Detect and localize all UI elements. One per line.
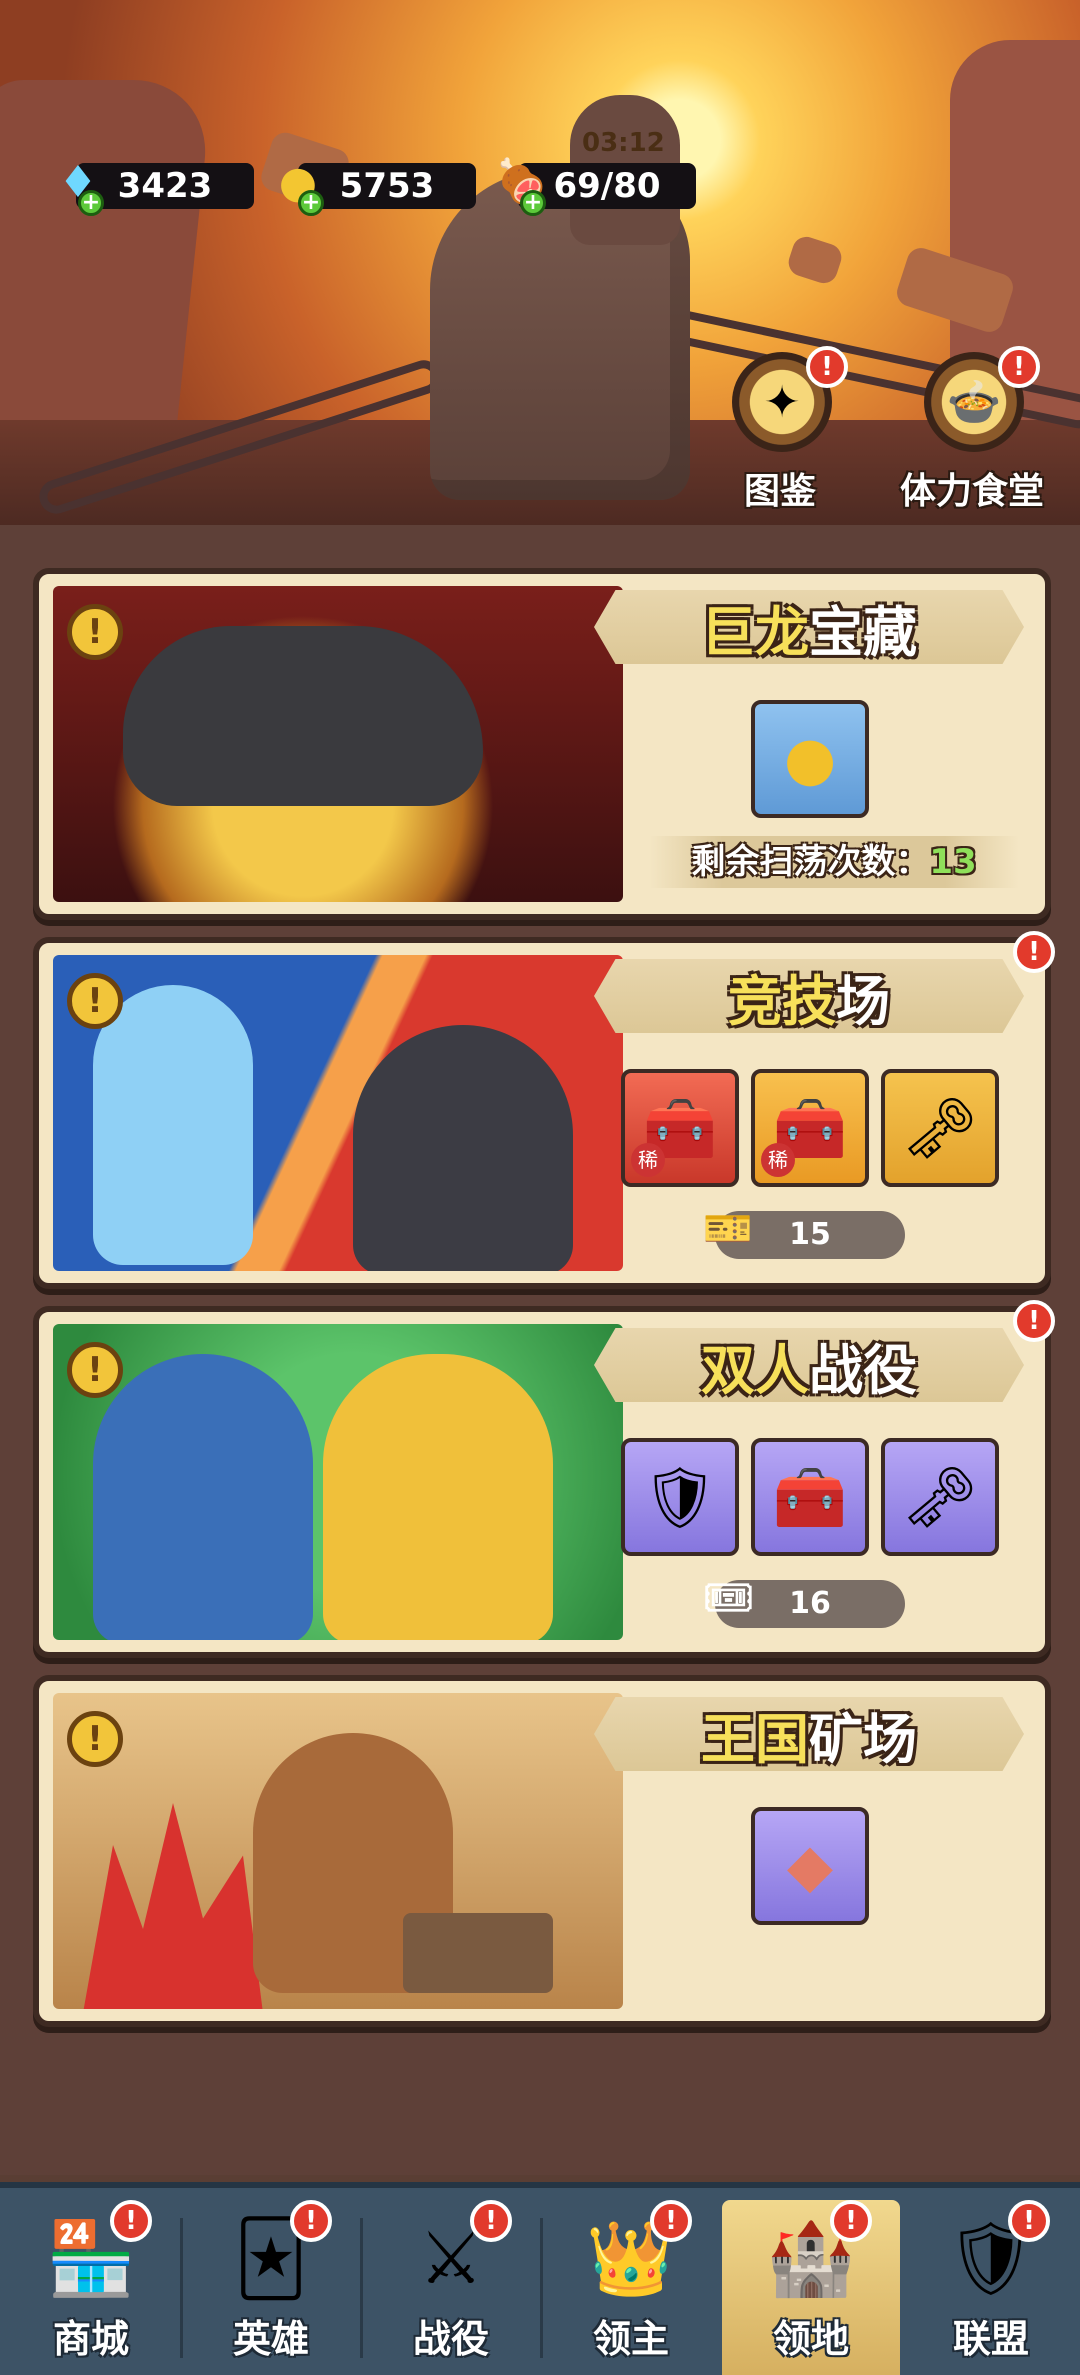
nav-campaign[interactable]: ⚔ 战役 (362, 2200, 540, 2375)
chest-icon: 🧰 (772, 1462, 848, 1533)
rare-badge: 稀 (761, 1143, 795, 1177)
header-scene: 3423 ♦ + 5753 ● + 03:12 69/80 🍖 + ✦ 图鉴 !… (0, 0, 1080, 525)
add-gold-button[interactable]: + (298, 190, 324, 216)
card-title-rest: 宝藏 (809, 600, 917, 664)
reward-slot[interactable]: 🧰 (751, 1438, 869, 1556)
arena-card[interactable]: ! 竞技场 🧰 稀 🧰 稀 🗝 🎫 15 ! (33, 931, 1055, 1289)
nav-label: 英雄 (232, 2317, 309, 2361)
ticket-count: 15 (789, 1217, 831, 1252)
ice-heroine-figure (93, 985, 253, 1265)
gold-coin-icon: ● (783, 724, 837, 794)
territory-content: ! 巨龙宝藏 ● 剩余扫荡次数：13 ! 竞技场 🧰 稀 🧰 稀 � (0, 525, 1080, 2175)
card-title: 双人战役 (594, 1328, 1024, 1402)
reward-slot[interactable]: ◆ (751, 1807, 869, 1925)
card-title: 巨龙宝藏 (594, 590, 1024, 664)
alert-icon: ! (1013, 931, 1055, 973)
nav-label: 战役 (412, 2317, 489, 2361)
blue-hair-hero-figure (93, 1354, 313, 1640)
add-stamina-button[interactable]: + (520, 190, 546, 216)
blonde-hero-figure (323, 1354, 553, 1640)
kingdom-mine-art: ! (53, 1693, 623, 2009)
nav-alliance[interactable]: 🛡 联盟 (902, 2200, 1080, 2375)
rogue-hero-figure (353, 1025, 573, 1271)
nav-heroes[interactable]: 🃏 英雄 (182, 2200, 360, 2375)
alert-icon: ! (1013, 1300, 1055, 1342)
card-title-rest: 场 (836, 969, 890, 1033)
key-icon: 🗝 (901, 1462, 979, 1533)
info-icon[interactable]: ! (67, 1711, 123, 1767)
alert-icon: ! (470, 2200, 512, 2242)
card-title-highlight: 王国 (701, 1707, 809, 1771)
duo-campaign-art: ! (53, 1324, 623, 1640)
mystery-armor-icon: 🛡 (641, 1462, 719, 1533)
key-icon: 🗝 (901, 1093, 979, 1164)
alert-icon: ! (998, 346, 1040, 388)
alert-icon: ! (110, 2200, 152, 2242)
info-icon[interactable]: ! (67, 1342, 123, 1398)
nav-label: 联盟 (952, 2317, 1029, 2361)
card-title-rest: 战役 (809, 1338, 917, 1402)
info-icon[interactable]: ! (67, 973, 123, 1029)
dragon-figure (123, 626, 483, 806)
duo-ticket-count: 🎟 16 (703, 1575, 905, 1628)
reward-slot[interactable]: 🧰 稀 (621, 1069, 739, 1187)
nav-shop[interactable]: 🏪 商城 (2, 2200, 180, 2375)
reward-slot[interactable]: 🛡 (621, 1438, 739, 1556)
card-title-highlight: 双人 (701, 1338, 809, 1402)
bottom-nav: 🏪 商城 ! 🃏 英雄 ! ⚔ 战役 ! 👑 领主 ! 🏰 领地 ! 🛡 联盟 … (0, 2182, 1080, 2375)
dragon-treasure-card[interactable]: ! 巨龙宝藏 ● 剩余扫荡次数：13 (33, 568, 1051, 920)
ticket-count: 16 (789, 1586, 831, 1621)
alert-icon: ! (830, 2200, 872, 2242)
card-title: 王国矿场 (594, 1697, 1024, 1771)
sweep-count-label: 剩余扫荡次数：13 (649, 836, 1019, 888)
crystal-icon: ◆ (786, 1831, 834, 1901)
rare-badge: 稀 (631, 1143, 665, 1177)
nav-label: 领主 (592, 2317, 669, 2361)
sweep-count: 13 (929, 842, 977, 882)
card-title-highlight: 竞技 (728, 969, 836, 1033)
reward-slot[interactable]: ● (751, 700, 869, 818)
codex-label: 图鉴 (743, 471, 816, 512)
duo-campaign-card[interactable]: ! 双人战役 🛡 🧰 🗝 🎟 16 ! (33, 1300, 1055, 1658)
floating-rock (785, 233, 845, 287)
nav-label: 商城 (52, 2317, 129, 2361)
mine-cart (403, 1913, 553, 1993)
reward-slot[interactable]: 🗝 (881, 1069, 999, 1187)
arena-ticket-count: 🎫 15 (703, 1206, 905, 1259)
canteen-label: 体力食堂 (899, 471, 1044, 512)
crystal-cluster (83, 1803, 263, 2009)
reward-slot[interactable]: 🗝 (881, 1438, 999, 1556)
card-title-highlight: 巨龙 (701, 600, 809, 664)
ticket-icon: 🎫 (703, 1206, 753, 1252)
arena-art: ! (53, 955, 623, 1271)
dragon-treasure-art: ! (53, 586, 623, 902)
info-icon[interactable]: ! (67, 604, 123, 660)
ticket-icon: 🎟 (703, 1575, 754, 1621)
alert-icon: ! (290, 2200, 332, 2242)
nav-lord[interactable]: 👑 领主 (542, 2200, 720, 2375)
card-title: 竞技场 (594, 959, 1024, 1033)
alert-icon: ! (806, 346, 848, 388)
add-gems-button[interactable]: + (78, 190, 104, 216)
alert-icon: ! (1008, 2200, 1050, 2242)
alert-icon: ! (650, 2200, 692, 2242)
reward-slot[interactable]: 🧰 稀 (751, 1069, 869, 1187)
nav-label: 领地 (772, 2317, 849, 2361)
card-title-rest: 矿场 (809, 1707, 917, 1771)
stamina-timer: 03:12 (582, 128, 665, 158)
nav-territory[interactable]: 🏰 领地 (722, 2200, 900, 2375)
sweep-label: 剩余扫荡次数： (691, 842, 930, 882)
kingdom-mine-card[interactable]: ! 王国矿场 ◆ (33, 1675, 1051, 2027)
